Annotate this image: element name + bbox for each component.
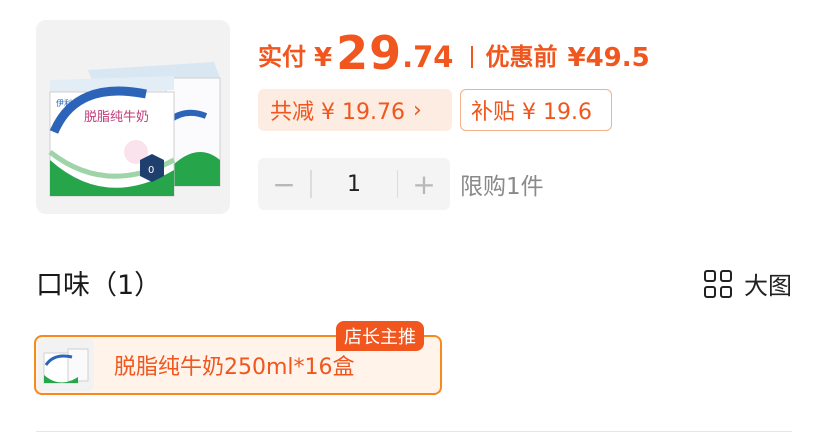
option-thumbnail xyxy=(38,339,94,391)
subsidy-label: 补贴 ¥ 19.6 xyxy=(471,100,592,125)
increase-button[interactable]: + xyxy=(398,158,450,210)
divider xyxy=(36,431,792,432)
original-price-label: 优惠前 xyxy=(485,43,558,71)
flavor-section-title: 口味（1） xyxy=(36,270,162,301)
svg-text:0: 0 xyxy=(148,165,154,176)
currency-symbol: ¥ xyxy=(314,43,333,73)
original-price: ¥49.5 xyxy=(567,43,650,73)
product-image[interactable]: 脱脂纯牛奶 伊利 0 xyxy=(36,20,230,214)
milk-box-thumbnail-icon xyxy=(43,348,89,384)
flavor-option-label: 脱脂纯牛奶250ml*16盒 xyxy=(114,355,355,380)
actual-price-decimal: .74 xyxy=(402,40,454,74)
decrease-button[interactable]: − xyxy=(258,158,310,210)
actual-price-label: 实付 xyxy=(258,43,306,71)
price-row: 实付 ¥ 29 .74 优惠前 ¥49.5 xyxy=(258,22,650,84)
product-name-print: 脱脂纯牛奶 xyxy=(84,110,149,125)
purchase-limit-text: 限购1件 xyxy=(460,174,544,200)
brand-logo: 伊利 xyxy=(56,98,72,108)
total-discount-chip[interactable]: 共减 ¥ 19.76 › xyxy=(258,89,452,131)
chevron-right-icon: › xyxy=(412,97,422,123)
large-view-label: 大图 xyxy=(744,272,792,300)
grid-view-icon xyxy=(704,269,732,298)
price-divider xyxy=(471,46,474,68)
quantity-value[interactable]: 1 xyxy=(312,172,397,197)
recommend-badge: 店长主推 xyxy=(336,321,424,351)
actual-price-integer: 29 xyxy=(336,26,403,80)
total-discount-label: 共减 ¥ 19.76 xyxy=(270,100,405,125)
subsidy-chip: 补贴 ¥ 19.6 xyxy=(460,89,612,131)
large-view-toggle[interactable]: 大图 xyxy=(704,266,792,301)
milk-box-illustration: 脱脂纯牛奶 伊利 0 xyxy=(48,62,221,197)
quantity-stepper: − 1 + xyxy=(258,158,450,210)
